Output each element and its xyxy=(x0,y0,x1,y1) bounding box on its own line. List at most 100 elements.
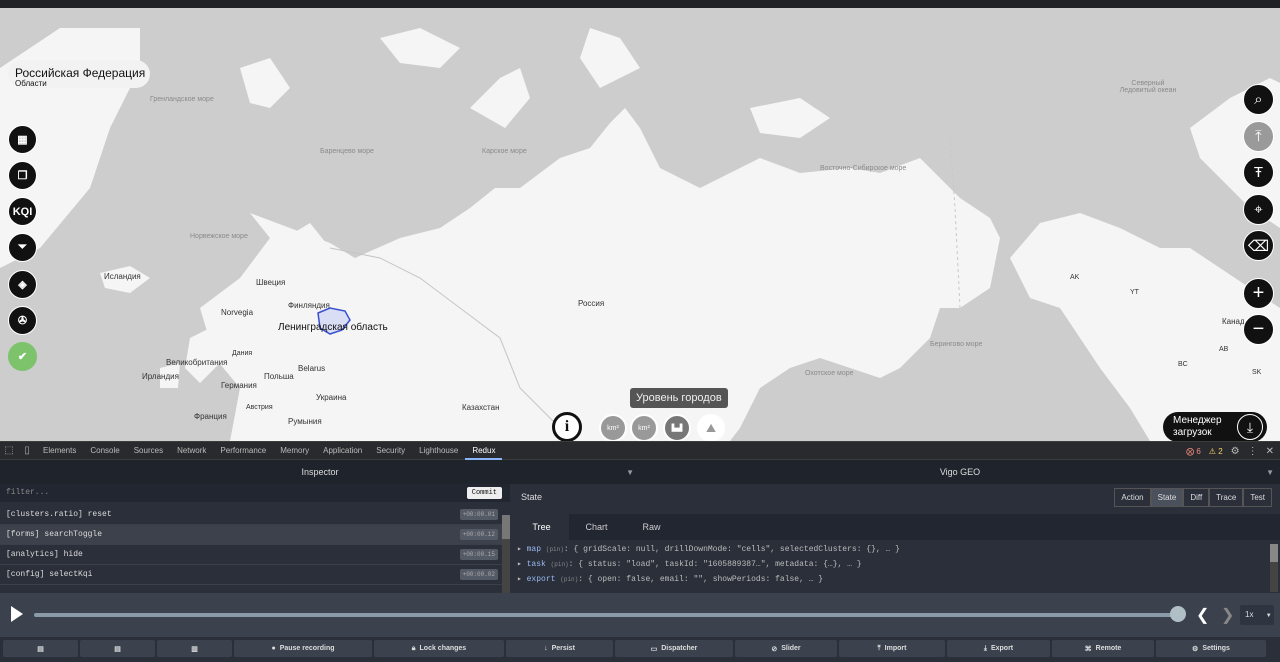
squares-level-button[interactable]: km² xyxy=(630,414,658,441)
km-icon: km² xyxy=(607,424,619,432)
speed-select[interactable]: 1x ▼ xyxy=(1240,605,1274,625)
tab-sources[interactable]: Sources xyxy=(127,441,170,460)
remote-icon: ⌘ xyxy=(1084,645,1092,653)
upload-button[interactable]: ⤒ xyxy=(1243,121,1274,152)
monitor-tab-test[interactable]: Test xyxy=(1243,488,1272,507)
close-icon[interactable]: ✕ xyxy=(1266,446,1274,457)
action-list: [clusters.ratio] reset +00:00.01 [forms] s… xyxy=(0,505,510,585)
tab-security[interactable]: Security xyxy=(369,441,412,460)
table-button[interactable]: ▦ xyxy=(8,125,37,154)
km-level-button[interactable]: km² xyxy=(599,414,627,441)
region-level: Области xyxy=(15,79,47,88)
tab-application[interactable]: Application xyxy=(316,441,369,460)
expand-arrow-icon[interactable]: ▸ xyxy=(517,575,527,584)
timeline-knob[interactable] xyxy=(1170,606,1186,622)
devtools-tab-list: Elements Console Sources Network Performance… xyxy=(36,441,503,460)
scrollbar-thumb[interactable] xyxy=(502,515,510,539)
action-time-badge: +00:00.12 xyxy=(459,529,498,540)
pause-recording-button[interactable]: ● Pause recording xyxy=(234,640,372,657)
pin-label[interactable]: (pin) xyxy=(560,576,578,583)
action-list-scrollbar[interactable] xyxy=(502,515,510,593)
view-tab-tree[interactable]: Tree xyxy=(514,514,569,540)
kqi-button[interactable]: KQI xyxy=(8,197,37,226)
info-button[interactable]: i xyxy=(552,412,582,441)
dispatcher-button[interactable]: ▭ Dispatcher xyxy=(615,640,733,657)
monitor-tab-diff[interactable]: Diff xyxy=(1183,488,1210,507)
search-button[interactable]: ⌕ xyxy=(1243,84,1274,115)
tab-lighthouse[interactable]: Lighthouse xyxy=(412,441,465,460)
satellite-button[interactable]: ✇ xyxy=(8,306,37,335)
slider-button[interactable]: ⊘ Slider xyxy=(735,640,837,657)
device-toolbar-icon[interactable]: ▯ xyxy=(18,445,36,456)
inspector-header[interactable]: Inspector ▼ xyxy=(0,460,640,484)
action-row[interactable]: [clusters.ratio] reset +00:00.01 xyxy=(0,505,510,525)
monitor-tab-state[interactable]: State xyxy=(1150,488,1184,507)
eraser-button[interactable]: ⌫ xyxy=(1243,230,1274,261)
map-canvas[interactable]: Российская Федерация Области Гренландско… xyxy=(0,8,1280,441)
tab-elements[interactable]: Elements xyxy=(36,441,83,460)
locate-button[interactable]: ⌖ xyxy=(1243,194,1274,225)
text-align-button[interactable]: Ŧ xyxy=(1243,157,1274,188)
copy-button[interactable]: ❐ xyxy=(8,161,37,190)
error-count[interactable]: ⨂ 6 xyxy=(1186,447,1201,456)
more-menu-icon[interactable]: ⋮ xyxy=(1248,446,1258,457)
monitor-tab-trace[interactable]: Trace xyxy=(1209,488,1244,507)
commit-button[interactable]: Commit xyxy=(466,487,502,499)
layout-right-button[interactable]: ▥ xyxy=(157,640,232,657)
pin-label[interactable]: (pin) xyxy=(551,561,569,568)
chevron-left-icon[interactable]: ❮ xyxy=(1196,605,1209,625)
action-row[interactable]: [config] selectKqi +00:00.02 xyxy=(0,565,510,585)
view-tab-chart[interactable]: Chart xyxy=(569,514,624,540)
persist-button[interactable]: ↓ Persist xyxy=(506,640,613,657)
state-tree-node[interactable]: ▸ task (pin): { status: "load", taskId: … xyxy=(514,559,900,574)
state-tree-scrollbar[interactable] xyxy=(1270,544,1278,592)
state-tree-node[interactable]: ▸ map (pin): { gridScale: null, drillDow… xyxy=(514,544,900,559)
zoom-out-button[interactable]: − xyxy=(1243,314,1274,345)
action-row[interactable]: [analytics] hide +00:00.15 xyxy=(0,545,510,565)
zoom-in-button[interactable]: + xyxy=(1243,278,1274,309)
import-button[interactable]: ⤒ Import xyxy=(839,640,945,657)
tab-network[interactable]: Network xyxy=(170,441,213,460)
cities-level-button[interactable]: ▙▟ xyxy=(663,414,691,441)
tab-memory[interactable]: Memory xyxy=(273,441,316,460)
view-tab-raw[interactable]: Raw xyxy=(624,514,679,540)
chevron-right-icon[interactable]: ❯ xyxy=(1221,605,1234,625)
layout-bottom-button[interactable]: ▤ xyxy=(80,640,155,657)
layers-button[interactable]: ◈ xyxy=(8,270,37,299)
state-tree-node[interactable]: ▸ export (pin): { open: false, email: ""… xyxy=(514,574,900,589)
map-label-country: Norvegia xyxy=(221,308,254,317)
instance-header[interactable]: Vigo GEO ▼ xyxy=(640,460,1280,484)
map-label-sea: Карское море xyxy=(482,148,527,155)
settings-button[interactable]: ⚙ Settings xyxy=(1156,640,1266,657)
pin-label[interactable]: (pin) xyxy=(546,546,564,553)
map-label-country: Румыния xyxy=(288,417,322,426)
download-manager-button[interactable]: Менеджер загрузок ⤓ xyxy=(1163,412,1267,441)
timeline-track[interactable] xyxy=(34,613,1180,617)
settings-gear-icon[interactable]: ⚙ xyxy=(1231,446,1240,457)
lock-changes-button[interactable]: 🔒︎ Lock changes xyxy=(374,640,504,657)
tab-performance[interactable]: Performance xyxy=(213,441,273,460)
timeline-slider-bar: ❮ ❯ 1x ▼ xyxy=(0,593,1280,637)
check-button[interactable]: ✔ xyxy=(8,342,37,371)
region-title-pill[interactable]: Российская Федерация Области xyxy=(8,60,150,88)
button-label: Settings xyxy=(1202,645,1230,652)
remote-button[interactable]: ⌘ Remote xyxy=(1052,640,1154,657)
layout-left-button[interactable]: ▤ xyxy=(3,640,78,657)
filter-button[interactable]: ⏷ xyxy=(8,233,37,262)
action-filter-input[interactable]: filter... Commit xyxy=(0,484,510,502)
regions-level-button[interactable]: ⛰︎ xyxy=(697,414,725,441)
warning-count[interactable]: ⚠ 2 xyxy=(1209,447,1223,456)
expand-arrow-icon[interactable]: ▸ xyxy=(517,560,527,569)
action-row[interactable]: [forms] searchToggle +00:00.12 xyxy=(0,525,510,545)
play-icon[interactable] xyxy=(11,606,23,622)
export-button[interactable]: ⤓ Export xyxy=(947,640,1050,657)
tab-console[interactable]: Console xyxy=(83,441,126,460)
city-icon: ▙▟ xyxy=(671,425,683,432)
inspect-element-icon[interactable]: ⬚ xyxy=(0,445,18,456)
chevron-down-icon: ▼ xyxy=(1266,467,1274,477)
expand-arrow-icon[interactable]: ▸ xyxy=(517,545,527,554)
map-outline-icon: ⛰︎ xyxy=(705,420,717,435)
tab-redux[interactable]: Redux xyxy=(465,441,503,460)
scrollbar-thumb[interactable] xyxy=(1270,544,1278,562)
monitor-tab-action[interactable]: Action xyxy=(1114,488,1151,507)
